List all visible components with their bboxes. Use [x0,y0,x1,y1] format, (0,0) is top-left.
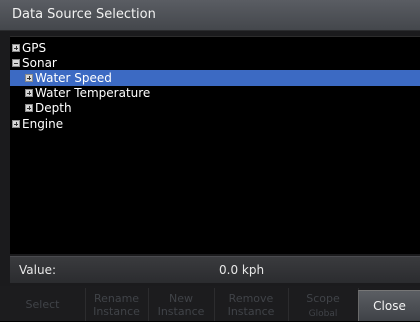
close-button[interactable]: Close [358,290,420,321]
tree-item-label: Depth [35,101,72,115]
new-instance-button[interactable]: New Instance [148,288,215,321]
select-button[interactable]: Select [0,288,86,321]
expand-icon[interactable] [25,74,33,82]
softkey-bar: Select Rename Instance New Instance Remo… [0,286,420,321]
remove-label-line2: Instance [227,305,275,318]
collapse-icon[interactable] [12,59,20,67]
rename-instance-button[interactable]: Rename Instance [85,288,149,321]
tree-item-water-speed[interactable]: Water Speed [10,70,420,86]
value-text: 0.0 kph [219,263,265,277]
new-label-line2: Instance [157,305,205,318]
remove-label-line1: Remove [228,292,274,305]
remove-instance-button[interactable]: Remove Instance [214,288,289,321]
scope-label-line2: Global [308,309,338,319]
tree-item-engine[interactable]: Engine [10,116,420,132]
tree-item-label: Sonar [22,56,57,70]
dialog-title: Data Source Selection [12,7,156,22]
tree-item-label: Engine [22,117,64,131]
expand-icon[interactable] [25,89,33,97]
tree-item-water-temperature[interactable]: Water Temperature [10,85,420,101]
tree-item-depth[interactable]: Depth [10,100,420,116]
expand-icon[interactable] [12,44,20,52]
rename-label-line2: Instance [93,305,140,318]
scope-button[interactable]: Scope Global [288,288,359,321]
value-label: Value: [19,263,56,277]
expand-icon[interactable] [25,104,33,112]
rename-label-line1: Rename [93,292,140,305]
data-source-dialog: Data Source Selection GPS Sonar Water Sp… [0,0,420,321]
data-source-tree: GPS Sonar Water Speed Water Temperature … [10,36,420,254]
expand-icon[interactable] [12,120,20,128]
tree-item-label: Water Speed [35,71,112,85]
title-bar: Data Source Selection [0,0,420,31]
scope-label-line1: Scope [306,292,340,305]
tree-item-sonar[interactable]: Sonar [10,55,420,71]
tree-item-gps[interactable]: GPS [10,40,420,56]
tree-item-label: GPS [22,41,47,55]
new-label-line1: New [169,292,193,305]
tree-item-label: Water Temperature [35,86,151,100]
value-readout: Value: 0.0 kph [10,256,420,283]
select-button-label: Select [25,298,60,311]
